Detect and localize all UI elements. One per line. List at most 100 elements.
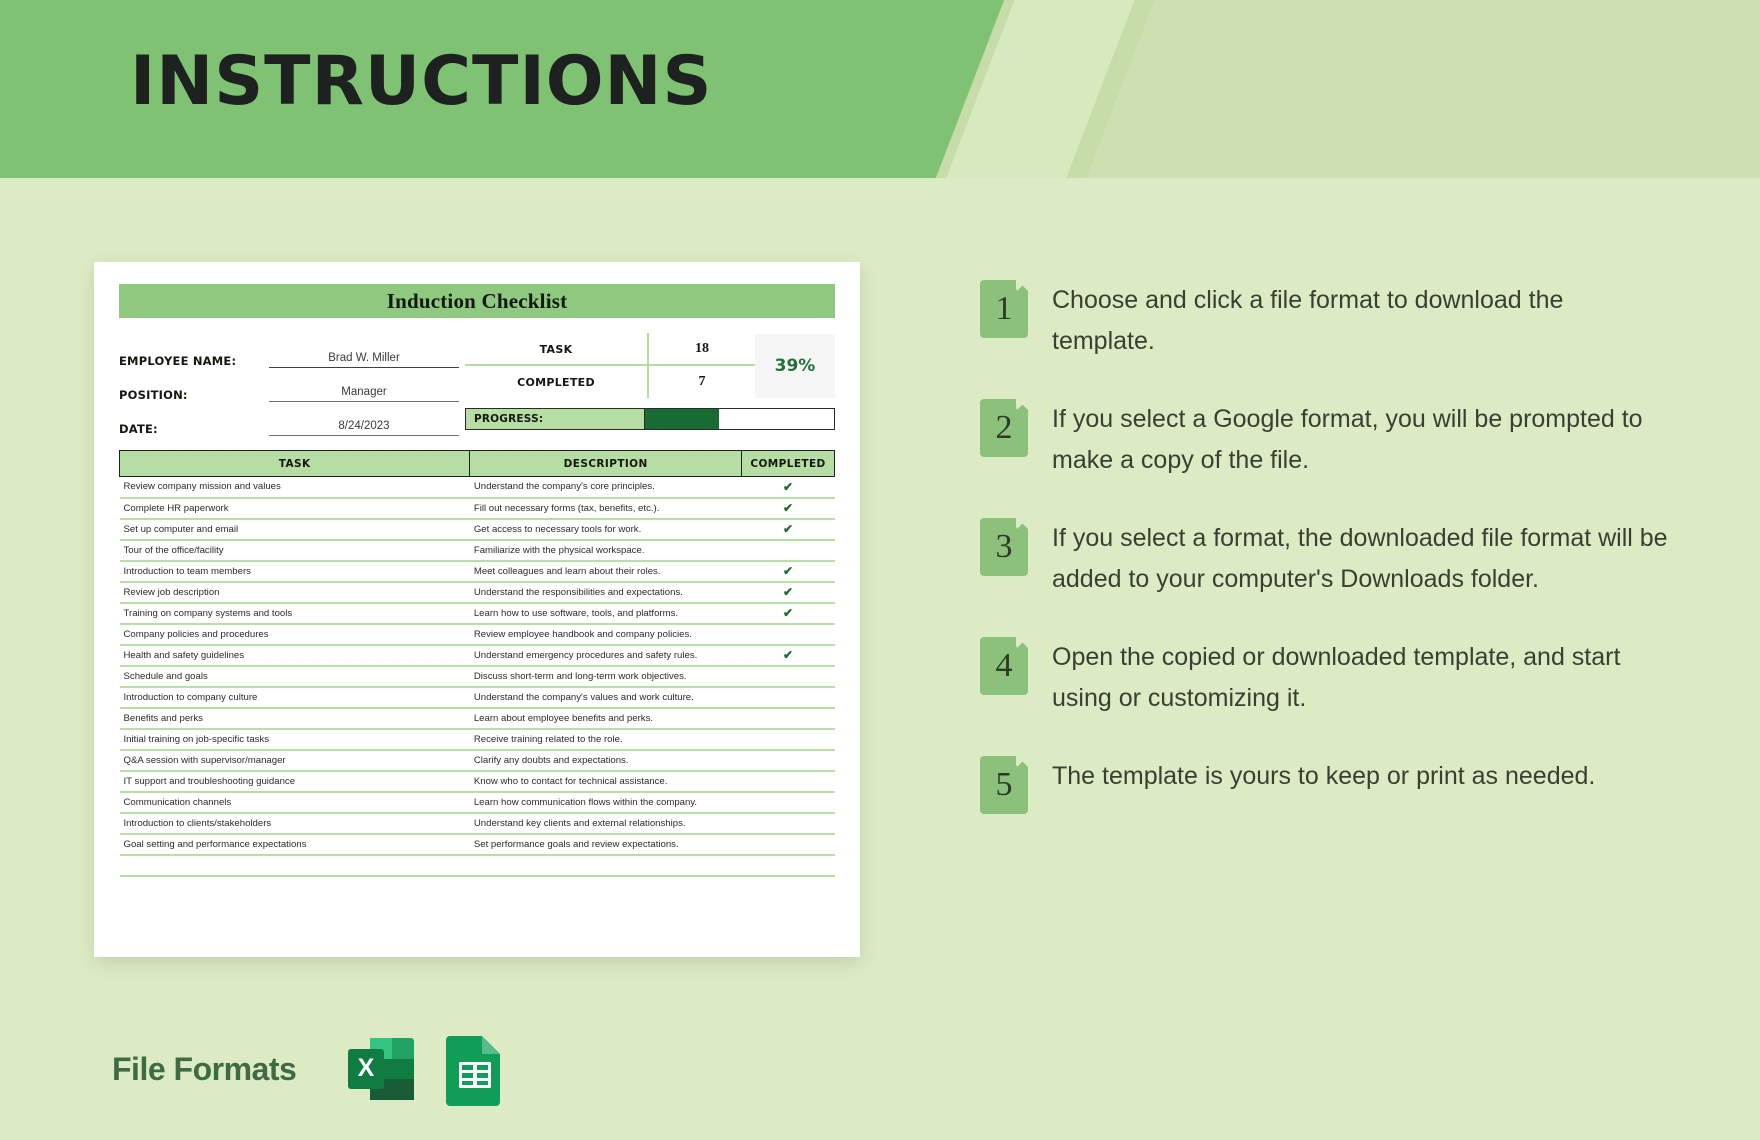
meta-row-date: DATE: 8/24/2023 (119, 402, 459, 436)
check-icon[interactable]: ✔ (741, 476, 835, 499)
document-title-bar: Induction Checklist (119, 284, 835, 318)
cell-task: Tour of the office/facility (119, 539, 470, 562)
svg-text:X: X (358, 1054, 375, 1082)
table-row[interactable]: Introduction to team members Meet colleag… (119, 560, 835, 583)
cell-description: Understand key clients and external rela… (469, 812, 742, 835)
cell-description: Meet colleagues and learn about their ro… (469, 560, 742, 583)
cell-completed-empty[interactable] (741, 812, 835, 835)
cell-description: Understand emergency procedures and safe… (469, 644, 742, 667)
instruction-step: 1 Choose and click a file format to down… (980, 279, 1680, 361)
stats-row-completed: COMPLETED 7 (465, 366, 755, 398)
step-text: Open the copied or downloaded template, … (1052, 643, 1621, 712)
cell-task: Introduction to company culture (119, 686, 470, 709)
cell-description: Learn how to use software, tools, and pl… (469, 602, 742, 625)
meta-value-position[interactable]: Manager (269, 386, 459, 402)
meta-value-employee-name[interactable]: Brad W. Miller (269, 352, 459, 368)
cell-completed-empty[interactable] (741, 728, 835, 751)
cell-task (119, 854, 470, 877)
cell-completed-empty[interactable] (741, 623, 835, 646)
step-number: 5 (995, 766, 1013, 803)
check-icon[interactable]: ✔ (741, 581, 835, 604)
file-formats-label: File Formats (112, 1050, 297, 1087)
cell-task: Review job description (119, 581, 470, 604)
table-row[interactable]: Goal setting and performance expectation… (119, 833, 835, 856)
cell-completed-empty[interactable] (741, 791, 835, 814)
cell-task: Review company mission and values (119, 476, 470, 499)
cell-task: Goal setting and performance expectation… (119, 833, 470, 856)
stats-label-task: TASK (539, 342, 573, 356)
cell-task: IT support and troubleshooting guidance (119, 770, 470, 793)
cell-description: Understand the company's core principles… (469, 476, 742, 499)
cell-completed-empty[interactable] (741, 749, 835, 772)
table-row[interactable]: Q&A session with supervisor/manager Clari… (119, 749, 835, 772)
cell-task: Complete HR paperwork (119, 497, 470, 520)
check-icon[interactable]: ✔ (741, 560, 835, 583)
table-row[interactable]: Introduction to company culture Understan… (119, 686, 835, 709)
column-header-description: DESCRIPTION (469, 450, 743, 477)
step-text: Choose and click a file format to downlo… (1052, 286, 1564, 355)
table-row[interactable]: Schedule and goals Discuss short-term and… (119, 665, 835, 688)
google-sheets-icon[interactable] (444, 1032, 506, 1106)
check-icon[interactable]: ✔ (741, 518, 835, 541)
table-row[interactable]: Review job description Understand the res… (119, 581, 835, 604)
instruction-step: 5 The template is yours to keep or print… (980, 755, 1680, 814)
column-header-completed: COMPLETED (741, 450, 835, 477)
table-row[interactable]: Tour of the office/facility Familiarize w… (119, 539, 835, 562)
meta-row-position: POSITION: Manager (119, 368, 459, 402)
cell-task: Introduction to clients/stakeholders (119, 812, 470, 835)
table-row[interactable]: Review company mission and values Underst… (119, 476, 835, 499)
cell-description: Learn about employee benefits and perks. (469, 707, 742, 730)
table-row[interactable]: Training on company systems and tools Lea… (119, 602, 835, 625)
meta-label: EMPLOYEE NAME: (119, 354, 237, 368)
stats-row-task: TASK 18 (465, 333, 755, 366)
check-icon[interactable]: ✔ (741, 602, 835, 625)
stats-value-task: 18 (647, 333, 755, 365)
check-icon[interactable]: ✔ (741, 644, 835, 667)
table-row[interactable]: Health and safety guidelines Understand e… (119, 644, 835, 667)
step-text: If you select a format, the downloaded f… (1052, 524, 1668, 593)
stats-value-completed: 7 (647, 366, 755, 398)
table-row[interactable]: Benefits and perks Learn about employee b… (119, 707, 835, 730)
task-table: TASK DESCRIPTION COMPLETED Review compan… (118, 450, 835, 877)
step-number-badge: 5 (980, 755, 1029, 814)
excel-icon[interactable]: X (344, 1032, 418, 1106)
document-preview-card[interactable]: Induction Checklist EMPLOYEE NAME: Brad … (94, 262, 860, 957)
instructions-page: INSTRUCTIONS Induction Checklist EMPLOYE… (0, 0, 1760, 1140)
cell-task: Training on company systems and tools (119, 602, 470, 625)
document-title: Induction Checklist (386, 288, 568, 313)
meta-label: POSITION: (119, 388, 188, 402)
cell-completed-empty[interactable] (741, 770, 835, 793)
table-row[interactable]: Complete HR paperwork Fill out necessary … (119, 497, 835, 520)
table-row[interactable]: Set up computer and email Get access to n… (119, 518, 835, 541)
cell-task: Set up computer and email (119, 518, 470, 541)
cell-description: Get access to necessary tools for work. (469, 518, 742, 541)
cell-completed-empty[interactable] (741, 539, 835, 562)
cell-completed-empty[interactable] (741, 707, 835, 730)
cell-completed-empty[interactable] (741, 686, 835, 709)
check-icon[interactable]: ✔ (741, 497, 835, 520)
cell-task: Initial training on job-specific tasks (119, 728, 470, 751)
table-row[interactable]: Introduction to clients/stakeholders Unde… (119, 812, 835, 835)
cell-description: Know who to contact for technical assist… (469, 770, 742, 793)
table-row[interactable]: Initial training on job-specific tasks Re… (119, 728, 835, 751)
table-row-blank (119, 854, 835, 877)
cell-description: Review employee handbook and company pol… (469, 623, 742, 646)
table-row[interactable]: IT support and troubleshooting guidance K… (119, 770, 835, 793)
cell-task: Schedule and goals (119, 665, 470, 688)
meta-value-date[interactable]: 8/24/2023 (269, 420, 459, 436)
percent-badge: 39% (755, 334, 835, 398)
cell-completed-empty[interactable] (741, 665, 835, 688)
instruction-steps-list: 1 Choose and click a file format to down… (980, 279, 1680, 852)
step-number: 1 (995, 290, 1013, 327)
step-number: 3 (995, 528, 1013, 565)
step-text: The template is yours to keep or print a… (1052, 762, 1596, 790)
progress-label: PROGRESS: (466, 409, 644, 429)
cell-task: Benefits and perks (119, 707, 470, 730)
table-row[interactable]: Company policies and procedures Review em… (119, 623, 835, 646)
stats-block: TASK 18 COMPLETED 7 39% PROGRESS: (459, 333, 835, 436)
cell-completed-empty[interactable] (741, 833, 835, 856)
cell-description: Understand the company's values and work… (469, 686, 742, 709)
table-row[interactable]: Communication channels Learn how communic… (119, 791, 835, 814)
progress-fill (645, 409, 719, 429)
step-number-badge: 3 (980, 517, 1029, 576)
